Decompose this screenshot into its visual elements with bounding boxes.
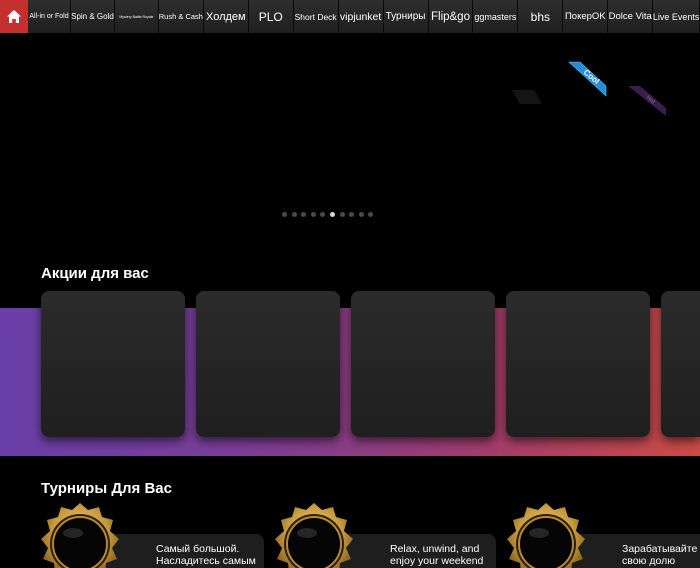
tab-live-events[interactable]: Live Events (653, 0, 700, 33)
promo-card[interactable] (196, 291, 340, 437)
tab-bhs[interactable]: bhs (518, 0, 564, 33)
tab-pokerok[interactable]: ПокерOK (563, 0, 609, 33)
medal-icon (507, 503, 585, 568)
carousel-dot[interactable] (358, 212, 364, 217)
tournament-description: Зарабатывайте свою долю (622, 543, 698, 567)
tournament-description: Самый большой. Насладитесь самым (156, 543, 256, 567)
carousel-dots (282, 212, 374, 217)
carousel-dot[interactable] (291, 212, 297, 217)
carousel-dot[interactable] (349, 212, 355, 217)
carousel-dot[interactable] (310, 212, 316, 217)
tab-tournaments[interactable]: Турниры (383, 0, 429, 33)
medal-icon (41, 503, 119, 568)
top-nav: All-in or Fold Spin & Gold Mystery Battl… (0, 0, 700, 33)
carousel-dot[interactable] (368, 212, 374, 217)
ribbon-dark (512, 90, 542, 104)
tab-short-deck[interactable]: Short Deck (293, 0, 339, 33)
promos-title: Акции для вас (41, 265, 149, 282)
tab-rush-and-cash[interactable]: Rush & Cash (158, 0, 204, 33)
promo-card[interactable] (351, 291, 495, 437)
carousel-dot[interactable] (320, 212, 326, 217)
carousel-dot-active[interactable] (329, 212, 335, 217)
tournaments-title: Турниры Для Вас (41, 480, 172, 497)
promo-card[interactable] (41, 291, 185, 437)
tab-holdem[interactable]: Холдем (203, 0, 249, 33)
tab-vipjunket[interactable]: vipjunket (338, 0, 384, 33)
ribbon-cool-badge: Cool (568, 61, 607, 97)
tab-flip-and-go[interactable]: Flip&go (428, 0, 474, 33)
carousel-dot[interactable] (339, 212, 345, 217)
tournament-description: Relax, unwind, and enjoy your weekend (390, 543, 484, 567)
ribbon-hot-badge: Hot (628, 86, 666, 116)
tab-spin-and-gold[interactable]: Spin & Gold (70, 0, 115, 33)
home-icon (7, 10, 21, 23)
promo-card[interactable] (661, 291, 700, 437)
carousel-dot[interactable] (282, 212, 287, 217)
tab-dolce-vita[interactable]: Dolce Vita (608, 0, 654, 33)
tab-ggmasters[interactable]: ggmasters (473, 0, 519, 33)
promo-card[interactable] (506, 291, 650, 437)
tab-all-in-or-fold[interactable]: All-in or Fold (28, 0, 71, 33)
tab-plo[interactable]: PLO (248, 0, 294, 33)
medal-icon (275, 503, 353, 568)
carousel-dot[interactable] (301, 212, 307, 217)
tab-mystery-battle-royale[interactable]: Mystery Battle Royale (114, 0, 159, 33)
home-button[interactable] (0, 0, 28, 33)
